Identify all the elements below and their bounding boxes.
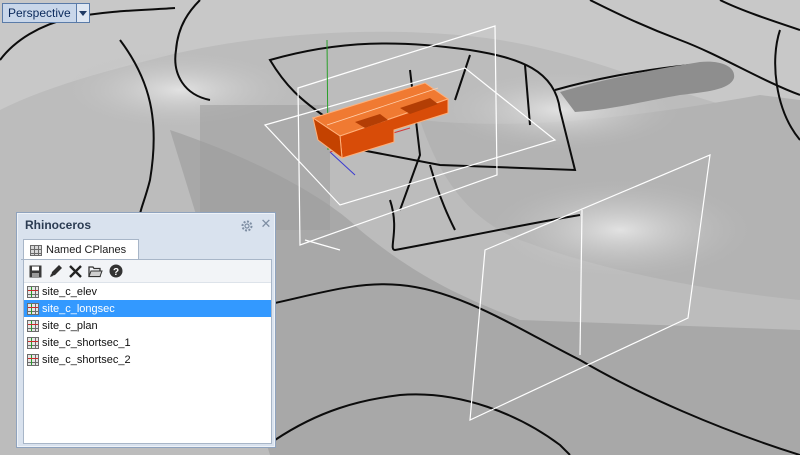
viewport-title[interactable]: Perspective (3, 4, 76, 22)
cplane-icon (27, 302, 39, 315)
viewport-title-tab[interactable]: Perspective (2, 3, 90, 23)
panel-content: ? site_c_elev site_c_longsec site_c_plan… (23, 259, 272, 444)
list-item[interactable]: site_c_shortsec_2 (24, 351, 271, 368)
list-item-label: site_c_longsec (42, 302, 115, 315)
tab-named-cplanes[interactable]: Named CPlanes (23, 239, 140, 260)
list-item[interactable]: site_c_plan (24, 317, 271, 334)
viewport-menu-arrow-icon[interactable] (75, 4, 89, 22)
help-button[interactable]: ? (107, 263, 124, 280)
terrain-highlight (490, 180, 750, 280)
svg-text:?: ? (112, 267, 118, 278)
named-cplanes-panel: Rhinoceros ✕ Named CPlanes ? site_c_elev… (16, 212, 276, 448)
list-item-label: site_c_shortsec_2 (42, 353, 131, 366)
cplane-list[interactable]: site_c_elev site_c_longsec site_c_plan s… (24, 283, 271, 443)
close-icon[interactable]: ✕ (260, 216, 272, 232)
tab-label: Named CPlanes (46, 244, 127, 256)
save-icon (29, 265, 42, 277)
cplane-icon (27, 336, 39, 349)
panel-header[interactable]: Rhinoceros ✕ (17, 213, 275, 239)
edit-icon (49, 265, 62, 277)
panel-title: Rhinoceros (25, 218, 92, 232)
list-item[interactable]: site_c_shortsec_1 (24, 334, 271, 351)
cplane-icon (27, 319, 39, 332)
delete-button[interactable] (67, 263, 84, 280)
list-item-label: site_c_elev (42, 285, 98, 298)
delete-icon (69, 264, 82, 278)
gear-icon[interactable] (240, 219, 254, 233)
edit-button[interactable] (47, 263, 64, 280)
panel-tabstrip: Named CPlanes (21, 237, 271, 260)
list-item[interactable]: site_c_longsec (24, 300, 271, 317)
grid-icon (30, 244, 42, 256)
cplane-icon (27, 353, 39, 366)
panel-toolbar: ? (24, 260, 271, 283)
list-item[interactable]: site_c_elev (24, 283, 271, 300)
cplane-icon (27, 285, 39, 298)
open-button[interactable] (87, 263, 104, 280)
help-icon: ? (109, 264, 122, 278)
folder-open-icon (88, 265, 103, 277)
list-item-label: site_c_shortsec_1 (42, 336, 131, 349)
save-button[interactable] (27, 263, 44, 280)
list-item-label: site_c_plan (42, 319, 98, 332)
